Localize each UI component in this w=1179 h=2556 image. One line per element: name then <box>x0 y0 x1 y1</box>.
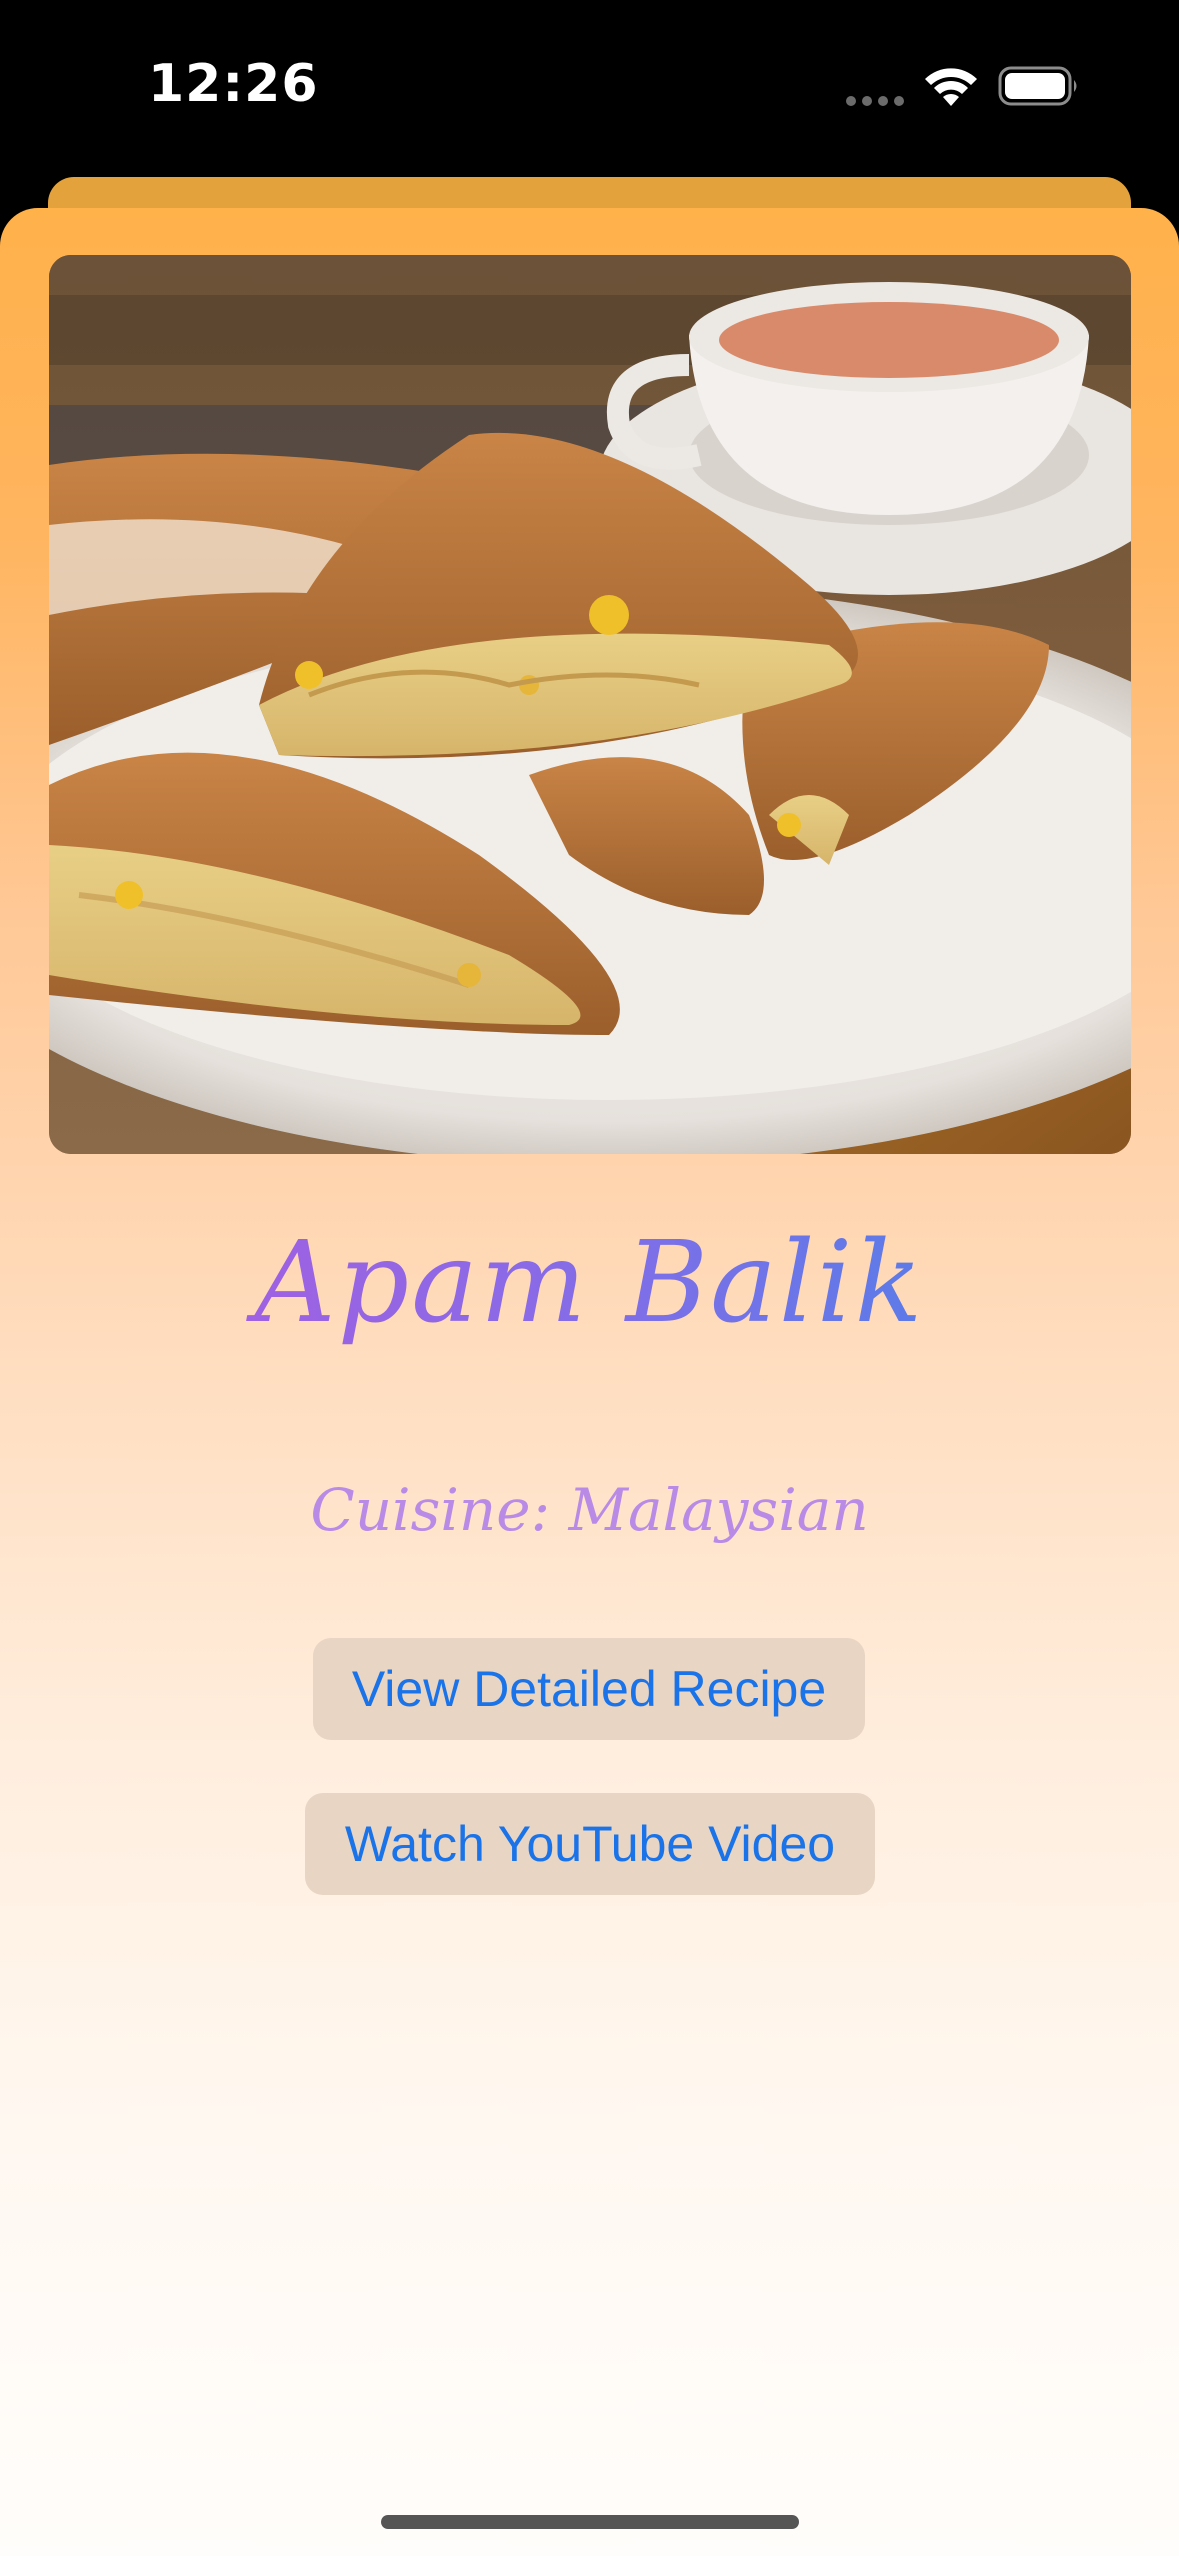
meal-title: Apam Balik <box>0 1213 1179 1353</box>
meal-detail-sheet: Apam Balik Cuisine: Malaysian View Detai… <box>0 208 1179 2556</box>
screen: 12:26 Apam Balik Cuisine: Malaysian View… <box>0 0 1179 2556</box>
wifi-icon <box>925 68 977 106</box>
meal-image <box>49 255 1131 1154</box>
meal-cuisine: Cuisine: Malaysian <box>310 1476 869 1544</box>
watch-youtube-video-button[interactable]: Watch YouTube Video <box>305 1793 875 1895</box>
battery-icon <box>998 66 1077 106</box>
cellular-signal-icon <box>846 96 906 106</box>
status-bar: 12:26 <box>0 0 1179 175</box>
home-indicator[interactable] <box>381 2515 799 2529</box>
status-time: 12:26 <box>148 54 319 114</box>
view-detailed-recipe-button[interactable]: View Detailed Recipe <box>313 1638 865 1740</box>
meal-photo-illustration <box>49 255 1131 1154</box>
